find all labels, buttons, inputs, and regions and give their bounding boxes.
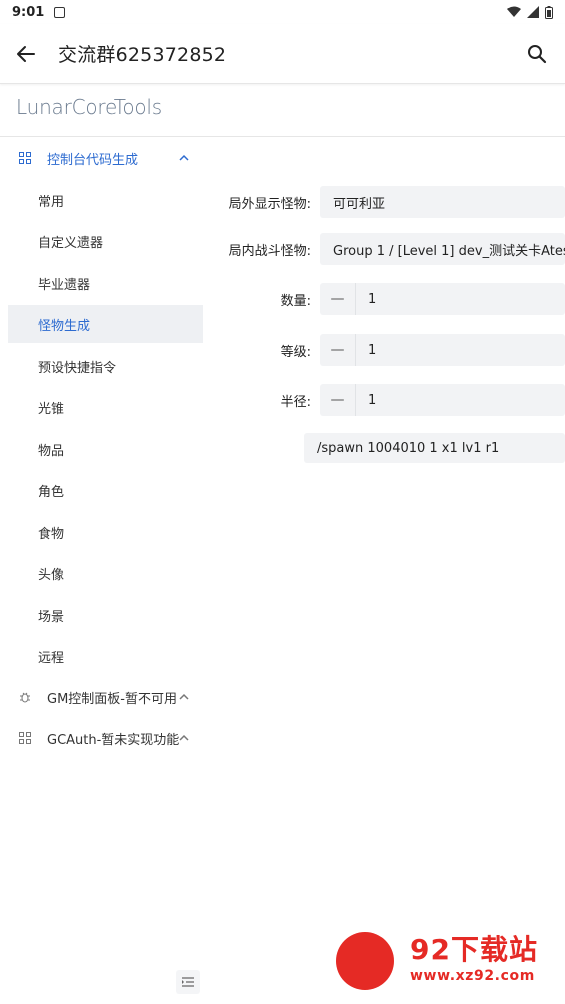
- signal-icon: [527, 6, 539, 18]
- menu-item-label: 远程: [38, 650, 65, 666]
- watermark-url: www.xz92.com: [410, 968, 535, 984]
- search-icon: [528, 44, 547, 63]
- menu-item-character[interactable]: 角色: [8, 471, 203, 509]
- watermark-logo: [336, 932, 394, 990]
- watermark-title: 92下载站: [410, 933, 538, 966]
- collapse-menu-button[interactable]: [176, 970, 200, 994]
- chevron-up-icon: [179, 693, 189, 700]
- status-bar: 9:01: [0, 0, 565, 24]
- menu-group-label: GCAuth-暂未实现功能: [47, 732, 180, 748]
- menu-item-label: 毕业遗器: [38, 277, 91, 293]
- menu-group-gm-panel[interactable]: GM控制面板-暂不可用: [0, 677, 203, 717]
- level-value[interactable]: 1: [356, 343, 376, 358]
- outside-monster-select[interactable]: 可可利亚: [320, 186, 565, 218]
- menu-item-label: 角色: [38, 484, 65, 500]
- menu-group-label: 控制台代码生成: [47, 152, 139, 168]
- menu-item-avatar[interactable]: 头像: [8, 554, 203, 592]
- minus-button[interactable]: —: [320, 384, 356, 416]
- menu-item-food[interactable]: 食物: [8, 513, 203, 551]
- divider: [0, 136, 565, 137]
- wifi-icon: [507, 6, 521, 17]
- app-bar: 交流群625372852: [0, 24, 565, 84]
- menu-item-custom-relic[interactable]: 自定义遗器: [8, 222, 203, 260]
- radius-label: 半径:: [280, 395, 311, 410]
- radius-stepper[interactable]: — 1: [320, 384, 565, 416]
- brand-title: LunarCoreTools: [16, 95, 162, 119]
- menu-item-graduation-relic[interactable]: 毕业遗器: [8, 264, 203, 302]
- menu-fold-icon: [182, 977, 194, 987]
- bug-icon: [18, 690, 32, 704]
- grid-icon: [18, 151, 32, 165]
- quantity-label: 数量:: [280, 294, 311, 309]
- minus-button[interactable]: —: [320, 283, 356, 315]
- arrow-back-icon: [17, 45, 35, 62]
- quantity-value[interactable]: 1: [356, 292, 376, 307]
- menu-item-label: 常用: [38, 194, 65, 210]
- menu-item-label: 头像: [38, 567, 65, 583]
- notification-app-icon: [54, 6, 66, 18]
- menu-item-scene[interactable]: 场景: [8, 596, 203, 634]
- menu-item-label: 光锥: [38, 401, 65, 417]
- outside-monster-value: 可可利亚: [333, 196, 386, 212]
- radius-value[interactable]: 1: [356, 393, 376, 408]
- menu-group-console-code[interactable]: 控制台代码生成: [0, 138, 203, 178]
- menu-item-label: 场景: [38, 609, 65, 625]
- level-label: 等级:: [280, 345, 311, 360]
- menu-group-label: GM控制面板-暂不可用: [47, 691, 177, 707]
- page-title: 交流群625372852: [58, 44, 227, 66]
- menu-item-label: 预设快捷指令: [38, 360, 117, 376]
- command-text: /spawn 1004010 1 x1 lv1 r1: [317, 440, 500, 456]
- menu-item-remote[interactable]: 远程: [8, 637, 203, 675]
- level-stepper[interactable]: — 1: [320, 334, 565, 366]
- menu-item-label: 怪物生成: [38, 318, 91, 334]
- menu-item-label: 自定义遗器: [38, 235, 104, 251]
- watermark: 92下载站 www.xz92.com: [312, 912, 565, 1002]
- menu-item-label: 物品: [38, 443, 65, 459]
- quantity-stepper[interactable]: — 1: [320, 283, 565, 315]
- search-button[interactable]: [509, 26, 565, 82]
- battle-monster-value: Group 1 / [Level 1] dev_测试关卡AtestLevel: [333, 243, 565, 259]
- menu-item-items[interactable]: 物品: [8, 430, 203, 468]
- minus-button[interactable]: —: [320, 334, 356, 366]
- outside-monster-label: 局外显示怪物:: [228, 197, 311, 212]
- menu-item-common[interactable]: 常用: [8, 181, 203, 219]
- menu-item-monster-spawn[interactable]: 怪物生成: [8, 305, 203, 343]
- chevron-up-icon: [179, 734, 189, 741]
- battle-monster-select[interactable]: Group 1 / [Level 1] dev_测试关卡AtestLevel: [320, 233, 565, 265]
- command-output[interactable]: /spawn 1004010 1 x1 lv1 r1: [304, 433, 565, 463]
- back-button[interactable]: [0, 26, 54, 82]
- battery-icon: [545, 5, 553, 19]
- menu-group-gcauth[interactable]: GCAuth-暂未实现功能: [0, 718, 203, 758]
- menu-item-light-cone[interactable]: 光锥: [8, 388, 203, 426]
- chevron-up-icon: [179, 154, 189, 161]
- battle-monster-label: 局内战斗怪物:: [228, 244, 311, 259]
- menu-item-preset-commands[interactable]: 预设快捷指令: [8, 347, 203, 385]
- grid-icon: [18, 731, 32, 745]
- status-time: 9:01: [12, 4, 45, 20]
- status-icons: [507, 5, 553, 19]
- menu-item-label: 食物: [38, 526, 65, 542]
